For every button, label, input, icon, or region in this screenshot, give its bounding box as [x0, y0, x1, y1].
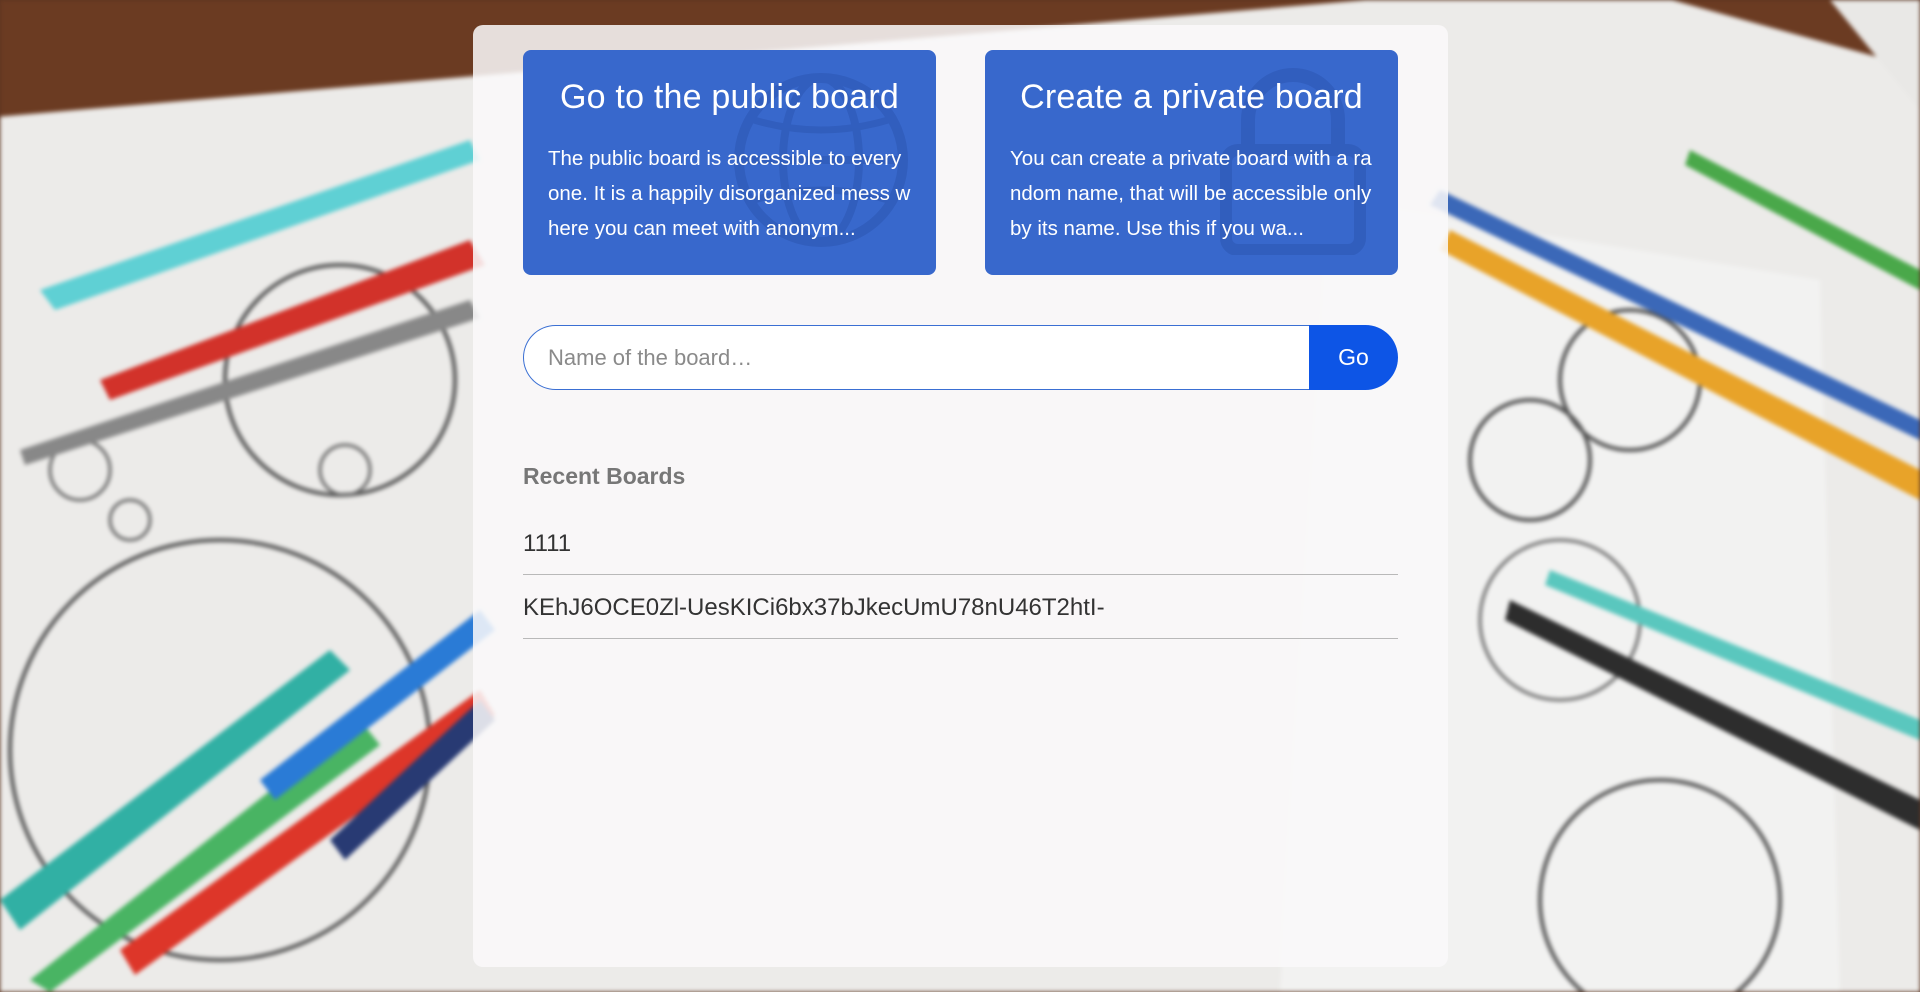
public-board-description: The public board is accessible to everyo… [548, 147, 911, 240]
public-board-card[interactable]: Go to the public board The public board … [523, 50, 936, 275]
recent-boards-heading: Recent Boards [523, 463, 686, 489]
main-panel: Go to the public board The public board … [473, 25, 1448, 967]
public-board-title: Go to the public board [560, 78, 899, 116]
private-board-title: Create a private board [1020, 78, 1363, 116]
private-board-description: You can create a private board with a ra… [1010, 147, 1372, 240]
board-search-form: Go [523, 325, 1398, 390]
recent-board-item[interactable]: KEhJ6OCE0Zl-UesKICi6bx37bJkecUmU78nU46T2… [523, 576, 1398, 639]
board-name-input[interactable] [523, 325, 1310, 390]
recent-board-item[interactable]: 1111 [523, 512, 1398, 575]
private-board-card[interactable]: Create a private board You can create a … [985, 50, 1398, 275]
go-button[interactable]: Go [1309, 325, 1398, 390]
recent-boards-list: 1111 KEhJ6OCE0Zl-UesKICi6bx37bJkecUmU78n… [523, 512, 1398, 639]
board-options: Go to the public board The public board … [523, 50, 1398, 275]
